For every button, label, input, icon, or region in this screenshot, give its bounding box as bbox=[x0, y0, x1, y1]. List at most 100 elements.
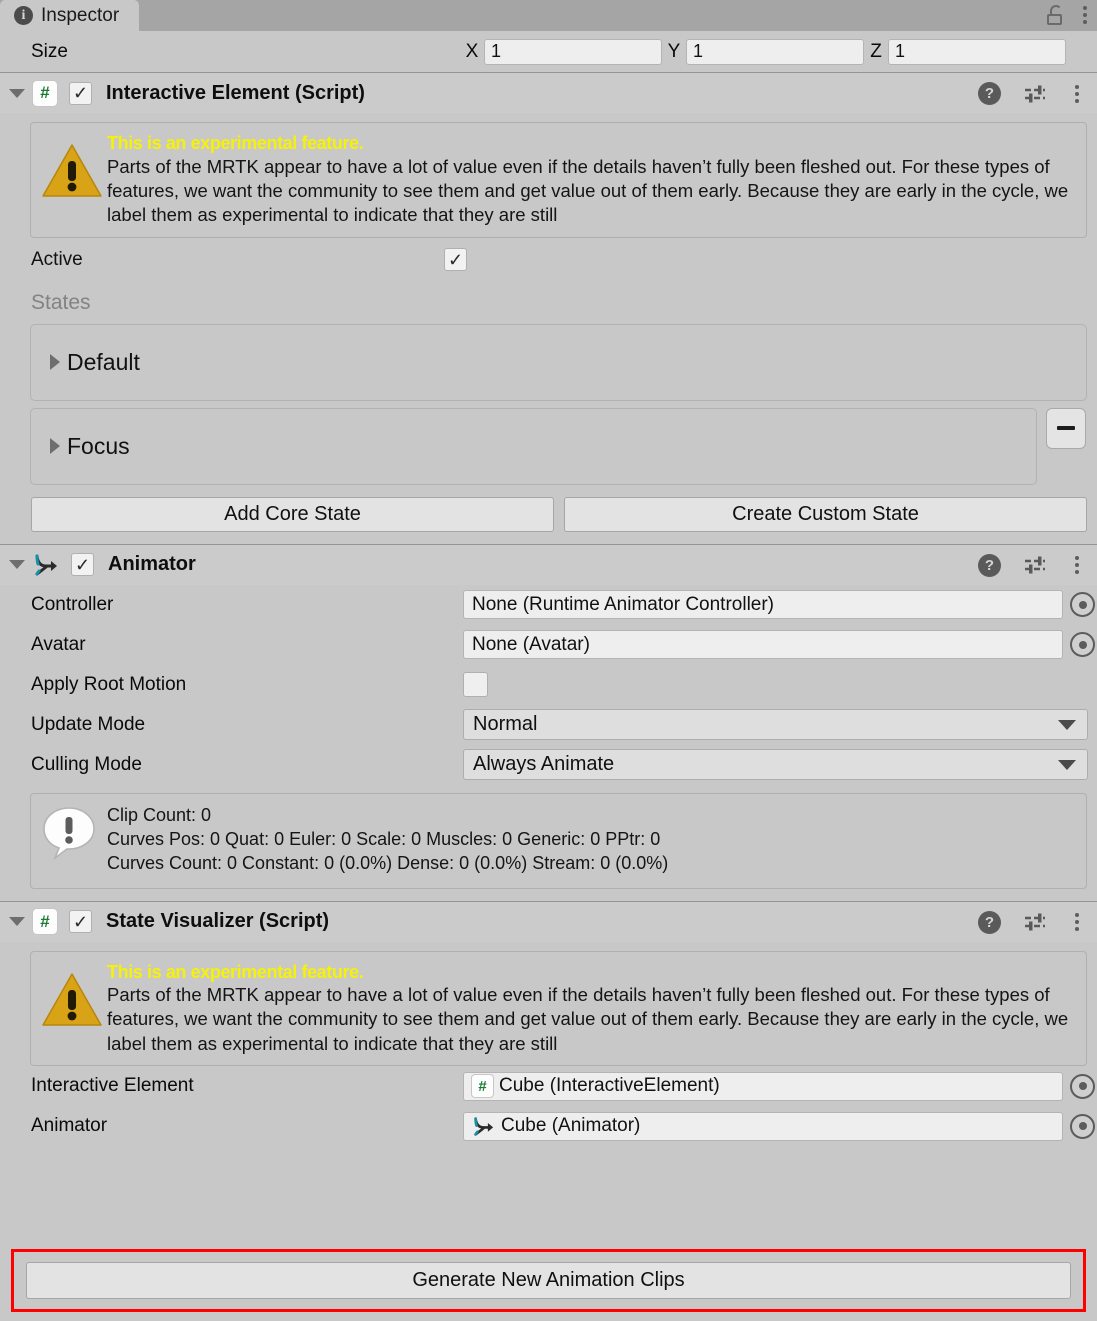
object-picker-icon[interactable] bbox=[1070, 1113, 1095, 1139]
chevron-right-icon[interactable] bbox=[50, 354, 60, 371]
experimental-warning-box: This is an experimental feature. Parts o… bbox=[30, 122, 1087, 238]
chevron-right-icon[interactable] bbox=[50, 438, 60, 455]
interactive-element-title: Interactive Element (Script) bbox=[106, 81, 365, 104]
inspector-tabbar: i Inspector bbox=[0, 0, 1097, 31]
active-checkbox[interactable]: ✓ bbox=[444, 248, 467, 272]
info-bubble-icon bbox=[41, 806, 99, 861]
animator-title: Animator bbox=[108, 553, 196, 576]
preset-sliders-icon[interactable] bbox=[1023, 555, 1049, 575]
size-axis-x: X 1 bbox=[460, 38, 662, 65]
info-icon: i bbox=[14, 6, 33, 25]
kebab-menu-icon[interactable] bbox=[1071, 554, 1083, 576]
size-input-y[interactable]: 1 bbox=[686, 38, 864, 65]
curves-line: Curves Pos: 0 Quat: 0 Euler: 0 Scale: 0 … bbox=[107, 828, 661, 849]
state-buttons-row: Add Core State Create Custom State bbox=[0, 485, 1097, 544]
create-custom-state-button[interactable]: Create Custom State bbox=[564, 496, 1087, 532]
csharp-script-icon: # bbox=[33, 80, 57, 106]
csharp-script-icon: # bbox=[472, 1075, 493, 1098]
state-item-default[interactable]: Default bbox=[30, 323, 1087, 401]
csharp-script-icon: # bbox=[33, 909, 57, 935]
controller-object-field[interactable]: None (Runtime Animator Controller) bbox=[463, 590, 1063, 620]
property-row-controller: Controller None (Runtime Animator Contro… bbox=[0, 585, 1097, 625]
preset-sliders-icon[interactable] bbox=[1023, 84, 1049, 104]
controller-label: Controller bbox=[31, 593, 114, 615]
apply-root-motion-label: Apply Root Motion bbox=[31, 673, 187, 695]
component-header-animator[interactable]: ✓ Animator ? bbox=[0, 543, 1097, 585]
help-icon[interactable]: ? bbox=[978, 553, 1001, 577]
state-name-focus: Focus bbox=[67, 432, 130, 459]
add-core-state-button[interactable]: Add Core State bbox=[31, 496, 554, 532]
state-visualizer-title: State Visualizer (Script) bbox=[106, 910, 330, 933]
foldout-arrow-icon[interactable] bbox=[9, 917, 25, 927]
interactive-element-object-field[interactable]: # Cube (InteractiveElement) bbox=[463, 1071, 1063, 1101]
size-row: Size X 1 Y 1 Z 1 bbox=[0, 31, 1097, 72]
help-icon[interactable]: ? bbox=[978, 910, 1001, 934]
remove-state-button[interactable] bbox=[1046, 407, 1086, 449]
property-row-avatar: Avatar None (Avatar) bbox=[0, 625, 1097, 665]
warning-title: This is an experimental feature. bbox=[107, 133, 364, 153]
preset-sliders-icon[interactable] bbox=[1023, 912, 1049, 932]
generate-new-animation-clips-button[interactable]: Generate New Animation Clips bbox=[26, 1262, 1071, 1299]
kebab-menu-icon[interactable] bbox=[1071, 83, 1083, 105]
size-input-x[interactable]: 1 bbox=[484, 38, 662, 65]
kebab-menu-icon[interactable] bbox=[1079, 4, 1091, 26]
chevron-down-icon bbox=[1058, 759, 1076, 770]
component-header-interactive-element[interactable]: # ✓ Interactive Element (Script) ? bbox=[0, 72, 1097, 113]
axis-letter-z: Z bbox=[870, 40, 882, 62]
axis-letter-y: Y bbox=[667, 40, 681, 62]
apply-root-motion-checkbox[interactable] bbox=[463, 672, 488, 698]
interactive-element-field-label: Interactive Element bbox=[31, 1075, 194, 1097]
warning-body: Parts of the MRTK appear to have a lot o… bbox=[107, 155, 1069, 226]
clip-count-line: Clip Count: 0 bbox=[107, 804, 212, 825]
interactive-element-object-value: Cube (InteractiveElement) bbox=[499, 1075, 720, 1097]
size-input-z[interactable]: 1 bbox=[888, 38, 1066, 65]
update-mode-label: Update Mode bbox=[31, 713, 146, 735]
warning-body: Parts of the MRTK appear to have a lot o… bbox=[107, 984, 1069, 1054]
state-visualizer-enabled-checkbox[interactable]: ✓ bbox=[69, 910, 92, 934]
property-row-interactive-element: Interactive Element # Cube (InteractiveE… bbox=[0, 1066, 1097, 1106]
unlocked-padlock-icon[interactable] bbox=[1047, 5, 1065, 25]
kebab-menu-icon[interactable] bbox=[1071, 911, 1083, 933]
size-axis-y: Y 1 bbox=[662, 38, 864, 65]
culling-mode-dropdown[interactable]: Always Animate bbox=[463, 749, 1088, 781]
avatar-label: Avatar bbox=[31, 633, 86, 655]
object-picker-icon[interactable] bbox=[1070, 1073, 1095, 1099]
state-item-focus[interactable]: Focus bbox=[30, 407, 1037, 485]
generate-clips-highlight: Generate New Animation Clips bbox=[11, 1249, 1086, 1312]
curves-count-line: Curves Count: 0 Constant: 0 (0.0%) Dense… bbox=[107, 852, 669, 873]
active-row: Active ✓ bbox=[0, 238, 1097, 282]
chevron-down-icon bbox=[1058, 719, 1076, 730]
property-row-animator-field: Animator Cube (Animator) bbox=[0, 1106, 1097, 1146]
active-label: Active bbox=[31, 248, 83, 270]
warning-triangle-icon bbox=[41, 971, 103, 1029]
interactive-element-enabled-checkbox[interactable]: ✓ bbox=[69, 81, 92, 105]
animator-icon bbox=[33, 553, 59, 577]
update-mode-dropdown[interactable]: Normal bbox=[463, 709, 1088, 741]
tab-inspector-label: Inspector bbox=[41, 4, 120, 26]
object-picker-icon[interactable] bbox=[1070, 592, 1095, 618]
animator-enabled-checkbox[interactable]: ✓ bbox=[71, 553, 94, 577]
animator-object-field[interactable]: Cube (Animator) bbox=[463, 1111, 1063, 1141]
culling-mode-value: Always Animate bbox=[473, 753, 615, 776]
property-row-apply-root-motion: Apply Root Motion bbox=[0, 665, 1097, 705]
culling-mode-label: Culling Mode bbox=[31, 753, 142, 775]
help-icon[interactable]: ? bbox=[978, 82, 1001, 105]
warning-title: This is an experimental feature. bbox=[107, 961, 364, 982]
size-label: Size bbox=[31, 40, 68, 62]
size-axis-z: Z 1 bbox=[864, 38, 1066, 65]
state-name-default: Default bbox=[67, 348, 140, 375]
property-row-culling-mode: Culling Mode Always Animate bbox=[0, 745, 1097, 785]
object-picker-icon[interactable] bbox=[1070, 632, 1095, 658]
animator-icon bbox=[472, 1116, 495, 1137]
foldout-arrow-icon[interactable] bbox=[9, 560, 25, 570]
property-row-update-mode: Update Mode Normal bbox=[0, 705, 1097, 745]
animator-field-label: Animator bbox=[31, 1115, 108, 1137]
foldout-arrow-icon[interactable] bbox=[9, 88, 25, 98]
update-mode-value: Normal bbox=[473, 713, 538, 736]
warning-triangle-icon bbox=[41, 142, 103, 200]
tab-inspector[interactable]: i Inspector bbox=[0, 0, 140, 31]
animator-info-box: Clip Count: 0 Curves Pos: 0 Quat: 0 Eule… bbox=[30, 792, 1087, 889]
component-header-state-visualizer[interactable]: # ✓ State Visualizer (Script) ? bbox=[0, 900, 1097, 942]
avatar-object-field[interactable]: None (Avatar) bbox=[463, 630, 1063, 660]
minus-icon bbox=[1057, 426, 1075, 431]
